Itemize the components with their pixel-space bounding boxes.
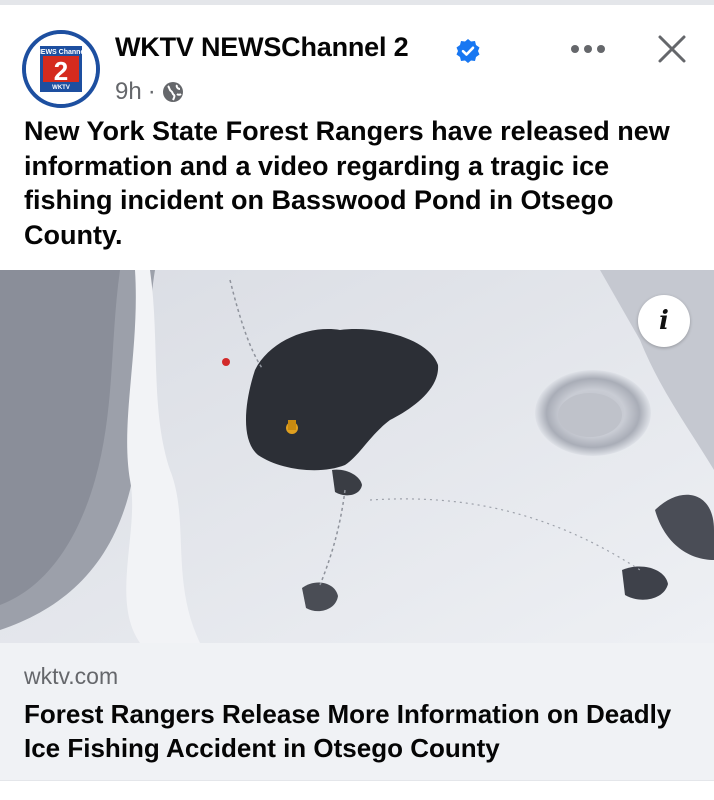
post-text: New York State Forest Rangers have relea…: [24, 116, 670, 250]
post-video-thumbnail[interactable]: [0, 270, 714, 643]
verified-badge-icon: [456, 39, 480, 63]
post-header: NEWS Channel 2 WKTV WKTV NEWSChannel 2 9…: [0, 5, 714, 115]
info-button[interactable]: i: [638, 295, 690, 347]
more-options-button[interactable]: [566, 33, 610, 65]
link-preview[interactable]: wktv.com Forest Rangers Release More Inf…: [0, 643, 714, 780]
meta-separator: ·: [147, 78, 156, 105]
bottom-divider: [0, 780, 714, 800]
close-button[interactable]: [650, 27, 694, 71]
logo-bottom-text: WKTV: [52, 85, 70, 91]
post-time[interactable]: 9h: [115, 78, 142, 106]
page-name[interactable]: WKTV NEWSChannel 2: [115, 32, 409, 63]
close-icon: [658, 35, 686, 63]
logo-top-text: NEWS Channel: [36, 49, 87, 56]
link-title: Forest Rangers Release More Information …: [24, 699, 672, 763]
aerial-ice-scene: [0, 270, 714, 643]
more-options-icon: [571, 45, 605, 53]
page-avatar[interactable]: NEWS Channel 2 WKTV: [22, 30, 100, 108]
logo-numeral: 2: [54, 56, 68, 86]
post-meta: 9h ·: [115, 78, 184, 106]
wktv-logo: NEWS Channel 2 WKTV: [26, 34, 96, 104]
globe-icon: [162, 82, 183, 102]
link-domain: wktv.com: [24, 663, 119, 689]
info-icon: i: [659, 306, 669, 336]
